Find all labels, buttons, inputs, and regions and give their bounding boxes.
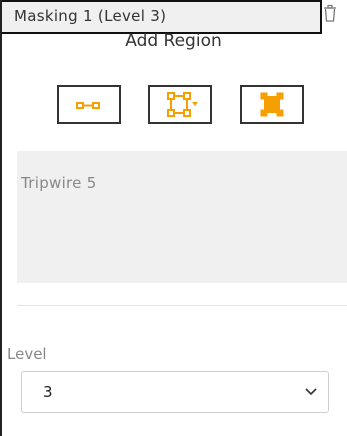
line-tool-button[interactable] [57, 85, 121, 124]
region-item-label: Masking 1 (Level 3) [14, 7, 167, 25]
level-select-value: 3 [43, 383, 53, 401]
region-item-tripwire[interactable]: Tripwire 5 [21, 174, 97, 192]
panel-left-border [0, 0, 2, 436]
region-list [17, 151, 347, 283]
line-segment-icon [76, 102, 100, 109]
polygon-dropdown-icon [167, 92, 198, 117]
polygon-tool-button[interactable] [148, 85, 212, 124]
rectangle-tool-button[interactable] [240, 85, 304, 124]
level-label: Level [7, 345, 47, 363]
panel-title: Add Region [125, 31, 222, 51]
level-select[interactable]: 3 [21, 371, 329, 413]
trash-icon[interactable] [323, 4, 337, 24]
add-region-panel: Add Region Tripwire 5 Masking 1 (Level 3… [0, 0, 347, 436]
section-divider [17, 305, 347, 306]
region-item-masking-selected[interactable]: Masking 1 (Level 3) [0, 0, 336, 34]
filled-rectangle-icon [260, 92, 284, 117]
chevron-down-icon [305, 388, 317, 396]
